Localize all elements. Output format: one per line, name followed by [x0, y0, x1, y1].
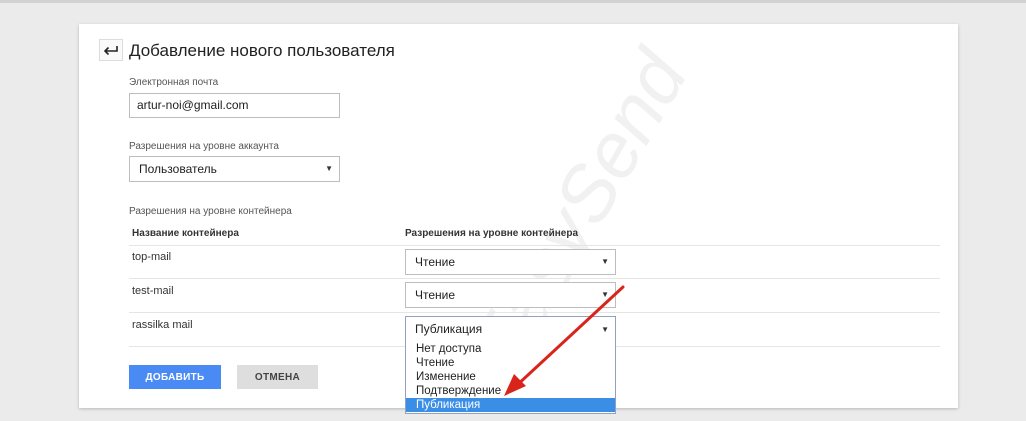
red-arrow-shaft	[513, 285, 625, 389]
annotation-overlay	[504, 285, 625, 396]
red-arrow-head-icon	[504, 374, 526, 396]
